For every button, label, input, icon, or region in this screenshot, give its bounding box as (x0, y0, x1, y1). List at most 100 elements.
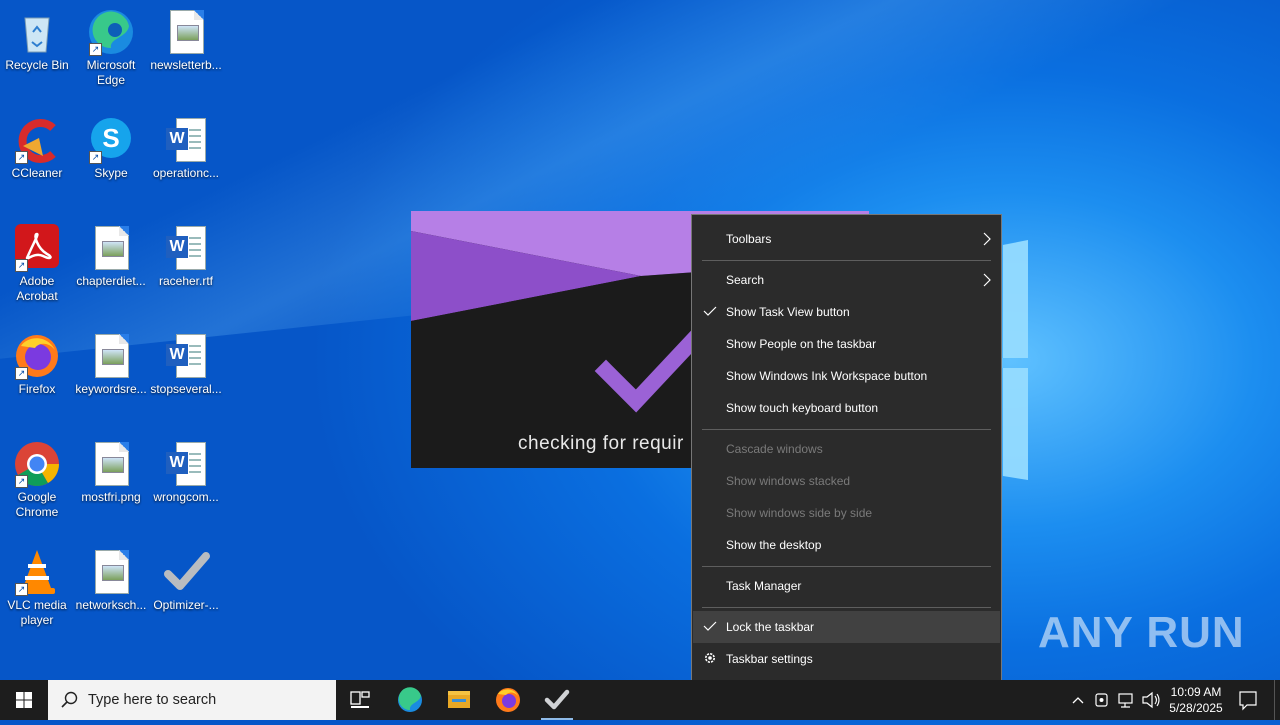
menu-item-show-task-view[interactable]: Show Task View button (693, 296, 1000, 328)
chevron-right-icon (983, 232, 991, 246)
gear-icon (705, 653, 715, 663)
menu-item-toolbars[interactable]: Toolbars (693, 223, 1000, 255)
desktop-icon-edge[interactable]: ↗ Microsoft Edge (74, 8, 148, 88)
skype-icon: S ↗ (87, 116, 135, 164)
chevron-up-icon[interactable] (1068, 680, 1088, 720)
menu-item-label: Taskbar settings (726, 652, 813, 666)
image-file-icon (162, 8, 210, 56)
desktop-icon-raceher[interactable]: W raceher.rtf (149, 224, 223, 289)
firefox-icon: ↗ (13, 332, 61, 380)
desktop-icon-newsletter[interactable]: newsletterb... (149, 8, 223, 73)
splash-status-text: checking for requir (518, 433, 684, 454)
checkmark-icon (703, 621, 717, 631)
taskbar-search-box[interactable]: Type here to search (48, 680, 336, 720)
menu-item-label: Cascade windows (726, 442, 823, 456)
desktop-icon-optimizer[interactable]: Optimizer-... (149, 548, 223, 613)
desktop-icon-label: Google Chrome (15, 490, 59, 519)
desktop-icon-label: Optimizer-... (153, 598, 219, 612)
chrome-icon: ↗ (13, 440, 61, 488)
desktop-icon-keywordsre[interactable]: keywordsre... (74, 332, 148, 397)
desktop-icon-label: stopseveral... (150, 382, 222, 396)
taskbar-context-menu: Toolbars Search Show Task View button Sh… (691, 214, 1002, 683)
menu-item-label: Search (726, 273, 765, 287)
menu-item-show-touch-keyboard[interactable]: Show touch keyboard button (693, 392, 1000, 424)
desktop-icon-label: Recycle Bin (5, 58, 69, 72)
meet-now-icon[interactable] (1092, 680, 1112, 720)
desktop-icon-label: mostfri.png (81, 490, 141, 504)
word-doc-icon: W (162, 224, 210, 272)
svg-text:S: S (102, 123, 119, 153)
desktop-icon-label: raceher.rtf (158, 274, 214, 288)
taskbar-clock[interactable]: 10:09 AM 5/28/2025 (1160, 684, 1232, 716)
menu-separator (702, 607, 991, 608)
network-icon[interactable] (1116, 680, 1138, 720)
menu-item-label: Task Manager (726, 579, 802, 593)
menu-item-label: Show windows stacked (726, 474, 851, 488)
desktop-icon-label: CCleaner (11, 166, 63, 180)
image-file-icon (87, 332, 135, 380)
firefox-icon (496, 688, 520, 712)
menu-item-taskbar-settings[interactable]: Taskbar settings (693, 643, 1000, 675)
desktop-icon-operationc[interactable]: W operationc... (149, 116, 223, 181)
volume-icon[interactable] (1140, 680, 1162, 720)
desktop-icon-recycle-bin[interactable]: Recycle Bin (0, 8, 74, 73)
desktop-icon-skype[interactable]: S ↗ Skype (74, 116, 148, 181)
menu-item-windows-stacked: Show windows stacked (693, 465, 1000, 497)
ccleaner-icon: ↗ (13, 116, 61, 164)
optimizer-icon (544, 689, 570, 710)
acrobat-icon: ↗ (13, 224, 61, 272)
desktop-icon-mostfri[interactable]: mostfri.png (74, 440, 148, 505)
desktop-icon-acrobat[interactable]: ↗ Adobe Acrobat (0, 224, 74, 304)
clock-time: 10:09 AM (1170, 685, 1222, 699)
desktop-icon-label: Skype (94, 166, 128, 180)
desktop-icon-chapterdiet[interactable]: chapterdiet... (74, 224, 148, 289)
word-doc-icon: W (162, 332, 210, 380)
menu-item-label: Show People on the taskbar (726, 337, 877, 351)
desktop-icon-label: Firefox (18, 382, 56, 396)
desktop-icon-wrongcom[interactable]: W wrongcom... (149, 440, 223, 505)
menu-item-windows-side-by-side: Show windows side by side (693, 497, 1000, 529)
menu-item-label: Toolbars (726, 232, 772, 246)
desktop-icon-networksch[interactable]: networksch... (74, 548, 148, 613)
desktop-icon-label: Microsoft Edge (86, 58, 136, 87)
recycle-bin-icon (13, 8, 61, 56)
taskbar-file-explorer-button[interactable] (435, 680, 483, 720)
desktop-icon-ccleaner[interactable]: ↗ CCleaner (0, 116, 74, 181)
word-doc-icon: W (162, 440, 210, 488)
image-file-icon (87, 548, 135, 596)
desktop-icon-stopseveral[interactable]: W stopseveral... (149, 332, 223, 397)
taskbar-firefox-button[interactable] (484, 680, 532, 720)
start-button[interactable] (0, 680, 48, 720)
desktop-icon-label: wrongcom... (153, 490, 219, 504)
menu-item-show-desktop[interactable]: Show the desktop (693, 529, 1000, 561)
edge-icon (398, 687, 422, 712)
menu-item-label: Show the desktop (726, 538, 822, 552)
menu-item-label: Show windows side by side (726, 506, 873, 520)
checkmark-app-icon (162, 548, 210, 596)
task-view-button[interactable] (336, 680, 384, 720)
menu-item-task-manager[interactable]: Task Manager (693, 570, 1000, 602)
image-file-icon (87, 224, 135, 272)
menu-item-search[interactable]: Search (693, 264, 1000, 296)
menu-separator (702, 429, 991, 430)
menu-item-show-ink-workspace[interactable]: Show Windows Ink Workspace button (693, 360, 1000, 392)
notifications-icon[interactable] (1236, 680, 1260, 720)
menu-item-label: Show Task View button (726, 305, 850, 319)
word-doc-icon: W (162, 116, 210, 164)
desktop-icon-vlc[interactable]: ↗ VLC media player (0, 548, 74, 628)
checkmark-icon (703, 306, 717, 316)
menu-item-cascade-windows: Cascade windows (693, 433, 1000, 465)
desktop-icon-chrome[interactable]: ↗ Google Chrome (0, 440, 74, 520)
menu-item-label: Show touch keyboard button (726, 401, 879, 415)
menu-item-label: Show Windows Ink Workspace button (726, 369, 928, 383)
menu-item-lock-taskbar[interactable]: Lock the taskbar (693, 611, 1000, 643)
show-desktop-button[interactable] (1274, 680, 1280, 720)
menu-item-label: Lock the taskbar (726, 620, 815, 634)
search-icon (61, 691, 78, 708)
desktop-icon-firefox[interactable]: ↗ Firefox (0, 332, 74, 397)
menu-item-show-people[interactable]: Show People on the taskbar (693, 328, 1000, 360)
taskbar-optimizer-button[interactable] (533, 680, 581, 720)
image-file-icon (87, 440, 135, 488)
windows-start-icon (16, 692, 32, 708)
taskbar-edge-button[interactable] (386, 680, 434, 720)
